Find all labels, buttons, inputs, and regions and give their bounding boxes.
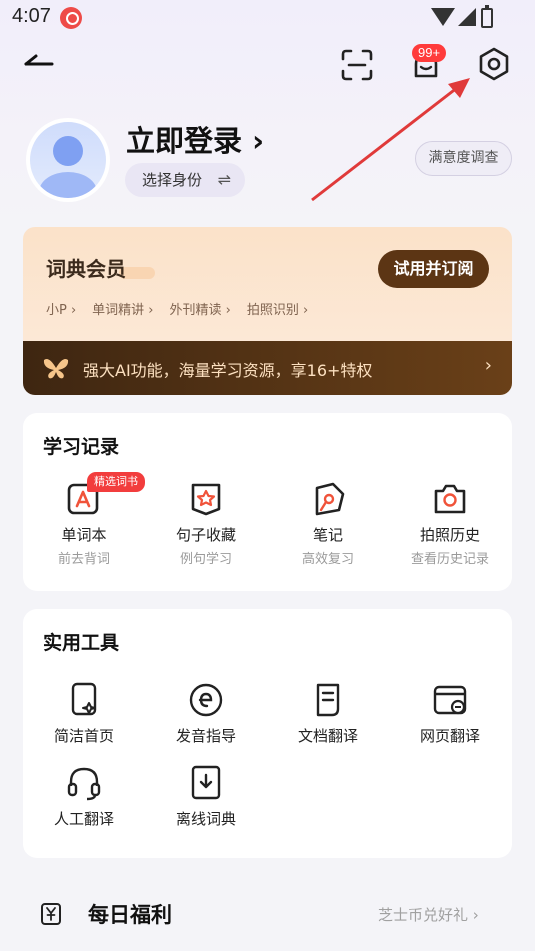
survey-button[interactable]: 满意度调查 [415,141,512,176]
simple-home-item[interactable]: 简洁首页 [23,681,145,746]
vip-feature-word[interactable]: 单词精讲 › [92,299,153,318]
web-translate-item[interactable]: 网页翻译 [389,681,511,746]
sentence-favorites-item[interactable]: 句子收藏 例句学习 [145,480,267,567]
trial-subscribe-button[interactable]: 试用并订阅 [378,250,489,288]
wifi-icon [431,8,455,26]
message-count-badge: 99+ [412,44,447,62]
notes-label: 笔记 [312,526,343,544]
vip-feature-reading[interactable]: 外刊精读 › [170,299,231,318]
vip-feature-xiaop[interactable]: 小P › [46,299,76,318]
swap-icon: ⇌ [217,170,231,189]
vip-banner[interactable]: 强大AI功能，海量学习资源，享16+特权 › [23,341,512,395]
status-bar: 4:07 [0,0,535,36]
butterfly-icon [43,359,69,379]
pronunciation-item[interactable]: 发音指导 [145,681,267,746]
chevron-right-icon: › [252,124,265,158]
vip-title: 词典会员 [46,257,126,281]
select-role-button[interactable]: 选择身份 ⇌ [125,163,245,197]
daily-benefits-title: 每日福利 [88,903,172,927]
featured-tag-badge: 精选词书 [87,472,145,492]
search-app-icon [60,7,82,29]
human-translate-item[interactable]: 人工翻译 [23,764,145,829]
web-translate-label: 网页翻译 [419,727,480,745]
pronunciation-icon [189,683,223,717]
avatar-head [53,136,83,166]
vip-features: 小P › 单词精讲 › 外刊精读 › 拍照识别 › [46,299,308,318]
avatar-body [39,172,97,198]
tools-title: 实用工具 [43,632,120,654]
sentence-favorites-sub: 例句学习 [179,552,232,567]
web-translate-icon [433,685,467,715]
role-label: 选择身份 [142,171,203,189]
offline-dictionary-label: 离线词典 [175,810,236,828]
document-icon [316,683,340,717]
vip-feature-photo[interactable]: 拍照识别 › [247,299,308,318]
yuan-wallet-icon [41,903,61,925]
settings-icon[interactable] [476,46,512,82]
photo-history-label: 拍照历史 [419,526,480,544]
annotation-arrow [311,78,470,202]
human-translate-label: 人工翻译 [53,810,114,828]
battery-icon [481,5,493,28]
vip-banner-text: 强大AI功能，海量学习资源，享16+特权 [83,361,373,380]
login-title: 立即登录 [126,124,243,158]
download-book-icon [191,765,221,800]
status-time: 4:07 [12,5,51,27]
pronunciation-label: 发音指导 [175,727,236,745]
document-translate-label: 文档翻译 [297,727,358,745]
study-title: 学习记录 [43,436,120,458]
photo-history-sub: 查看历史记录 [410,552,489,567]
chevron-right-icon: › [484,355,492,376]
redeem-gifts-link[interactable]: 芝士币兑好礼 › [378,904,479,925]
camera-icon [434,484,466,514]
document-translate-item[interactable]: 文档翻译 [267,681,389,746]
vip-card[interactable]: 词典会员 试用并订阅 小P › 单词精讲 › 外刊精读 › 拍照识别 › 强大A… [23,227,512,395]
sentence-favorites-label: 句子收藏 [175,526,236,544]
back-icon[interactable] [22,48,58,78]
signal-icon [458,8,476,26]
study-records-card: 学习记录 单词本 前去背词 精选词书 句子收藏 例句学习 笔记 高效复习 拍照历… [23,413,512,591]
wordbook-sub: 前去背词 [57,552,110,567]
sentence-favorite-icon [191,483,221,516]
avatar[interactable] [26,118,110,202]
photo-history-item[interactable]: 拍照历史 查看历史记录 [389,480,511,567]
status-indicators [431,5,497,29]
tools-card: 实用工具 简洁首页 发音指导 文档翻译 网页翻译 人工翻译 离线词典 [23,609,512,858]
login-link[interactable]: 立即登录 › [126,118,264,160]
simple-home-icon [71,682,97,716]
notes-sub: 高效复习 [301,552,354,567]
notes-icon [315,482,345,516]
simple-home-label: 简洁首页 [53,727,114,745]
wordbook-item[interactable]: 单词本 前去背词 [23,480,145,567]
notes-item[interactable]: 笔记 高效复习 [267,480,389,567]
headset-icon [67,767,101,801]
wordbook-label: 单词本 [61,526,107,544]
offline-dictionary-item[interactable]: 离线词典 [145,764,267,829]
avatar-placeholder [30,122,106,198]
